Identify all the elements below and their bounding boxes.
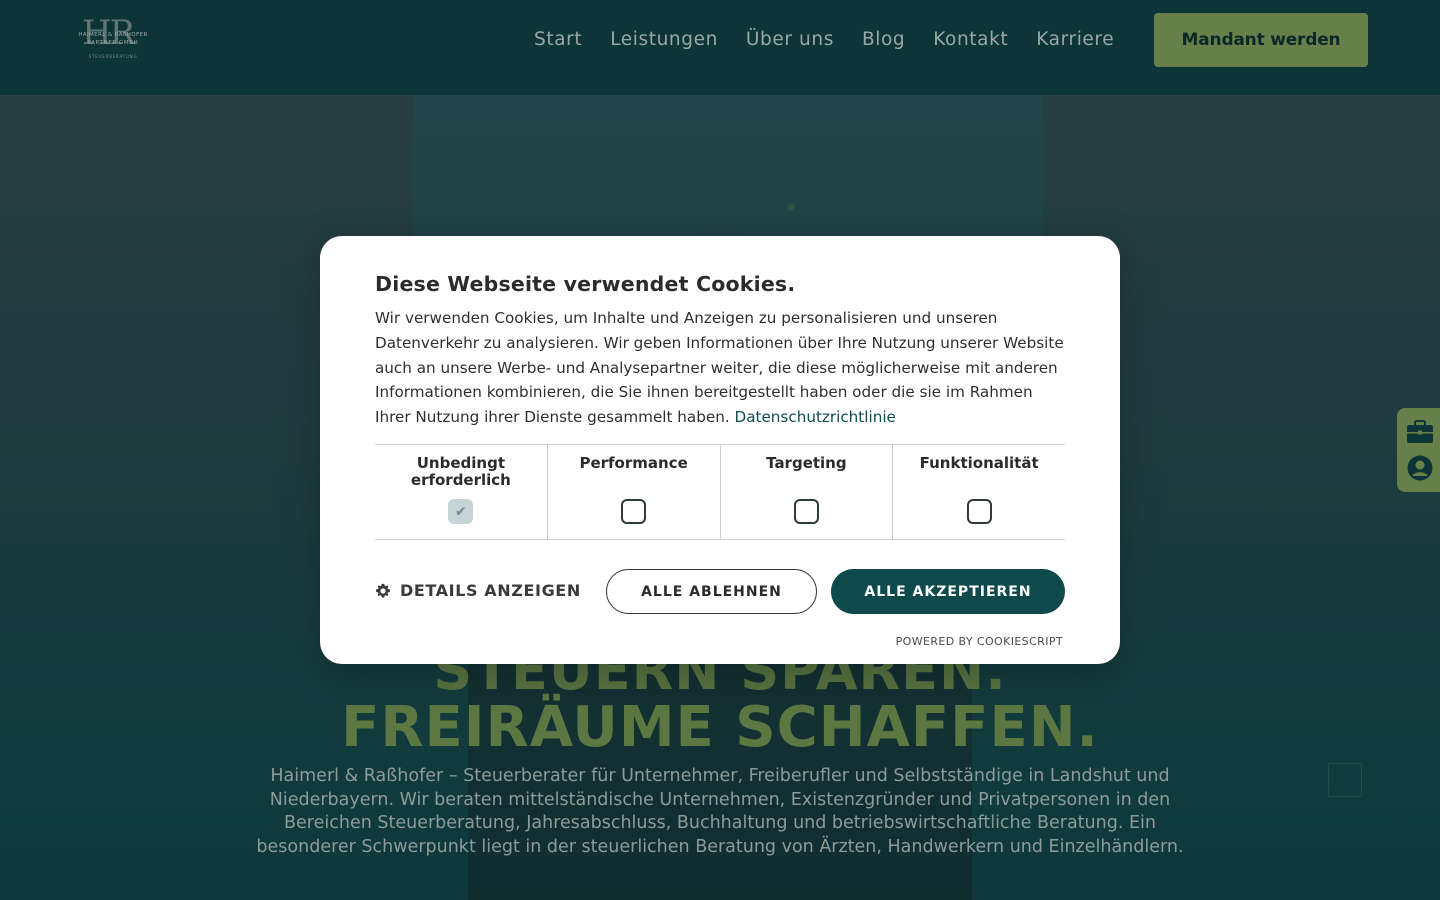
- accept-all-button[interactable]: ALLE AKZEPTIEREN: [831, 569, 1065, 614]
- category-label: Funktionalität: [919, 454, 1039, 472]
- cookie-category-performance: Performance: [548, 445, 721, 539]
- show-details-button[interactable]: DETAILS ANZEIGEN: [375, 581, 581, 600]
- powered-by-cookiescript-link[interactable]: POWERED BY COOKIESCRIPT: [896, 635, 1063, 648]
- category-label: Unbedingt erforderlich: [410, 454, 511, 489]
- performance-checkbox[interactable]: [621, 499, 647, 524]
- cookie-category-targeting: Targeting: [721, 445, 894, 539]
- cookie-dialog-title: Diese Webseite verwendet Cookies.: [375, 272, 796, 296]
- cookie-consent-dialog: Diese Webseite verwendet Cookies. Wir ve…: [320, 236, 1120, 664]
- privacy-policy-link[interactable]: Datenschutzrichtlinie: [735, 408, 896, 426]
- cookie-category-functionality: Funktionalität: [893, 445, 1065, 539]
- checkmark-icon: ✔: [455, 503, 467, 520]
- cookie-category-necessary: Unbedingt erforderlich ✔: [375, 445, 548, 539]
- targeting-checkbox[interactable]: [793, 499, 819, 524]
- cookie-dialog-body: Wir verwenden Cookies, um Inhalte und An…: [375, 309, 1064, 427]
- category-label: Performance: [579, 454, 688, 472]
- cookie-dialog-text: Wir verwenden Cookies, um Inhalte und An…: [375, 306, 1070, 430]
- category-label: Targeting: [766, 454, 847, 472]
- gear-icon: [376, 583, 390, 598]
- reject-all-button[interactable]: ALLE ABLEHNEN: [606, 569, 817, 614]
- functionality-checkbox[interactable]: [966, 499, 992, 524]
- cookie-categories: Unbedingt erforderlich ✔ Performance Tar…: [375, 444, 1065, 540]
- necessary-checkbox: ✔: [448, 499, 474, 524]
- show-details-label: DETAILS ANZEIGEN: [400, 581, 581, 600]
